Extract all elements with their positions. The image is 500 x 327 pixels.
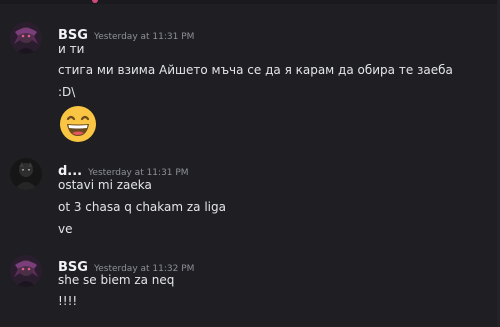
- avatar[interactable]: [10, 255, 42, 287]
- dark-anime-avatar-icon: [10, 255, 42, 287]
- message-text: she se biem za neq: [58, 273, 175, 287]
- grinning-face-emoji-icon[interactable]: [58, 104, 98, 144]
- message-text: стига ми взима Айшето мъча се да я карам…: [58, 63, 453, 77]
- avatar[interactable]: [10, 22, 42, 54]
- message-text: !!!!: [58, 294, 78, 308]
- avatar[interactable]: [10, 158, 42, 190]
- message-text: ostavi mi zaeka: [58, 178, 152, 192]
- message-text: ve: [58, 222, 73, 236]
- message-text: и ти: [58, 42, 85, 56]
- dark-figure-avatar-icon: [10, 158, 42, 190]
- dark-anime-avatar-icon: [10, 22, 42, 54]
- message-header: BSG Yesterday at 11:31 PM: [58, 24, 194, 43]
- username[interactable]: d...: [58, 164, 82, 179]
- message-timestamp[interactable]: Yesterday at 11:31 PM: [88, 168, 188, 178]
- reaction-indicator: [92, 0, 98, 3]
- message-text: :D\: [58, 85, 76, 99]
- chat-message-list: BSG Yesterday at 11:31 PM и ти стига ми в…: [0, 0, 500, 327]
- message-timestamp[interactable]: Yesterday at 11:31 PM: [94, 32, 194, 42]
- message-text: ot 3 chasa q chakam za liga: [58, 200, 226, 214]
- message-header: d... Yesterday at 11:31 PM: [58, 160, 189, 179]
- username[interactable]: BSG: [58, 28, 88, 43]
- top-divider: [0, 0, 500, 4]
